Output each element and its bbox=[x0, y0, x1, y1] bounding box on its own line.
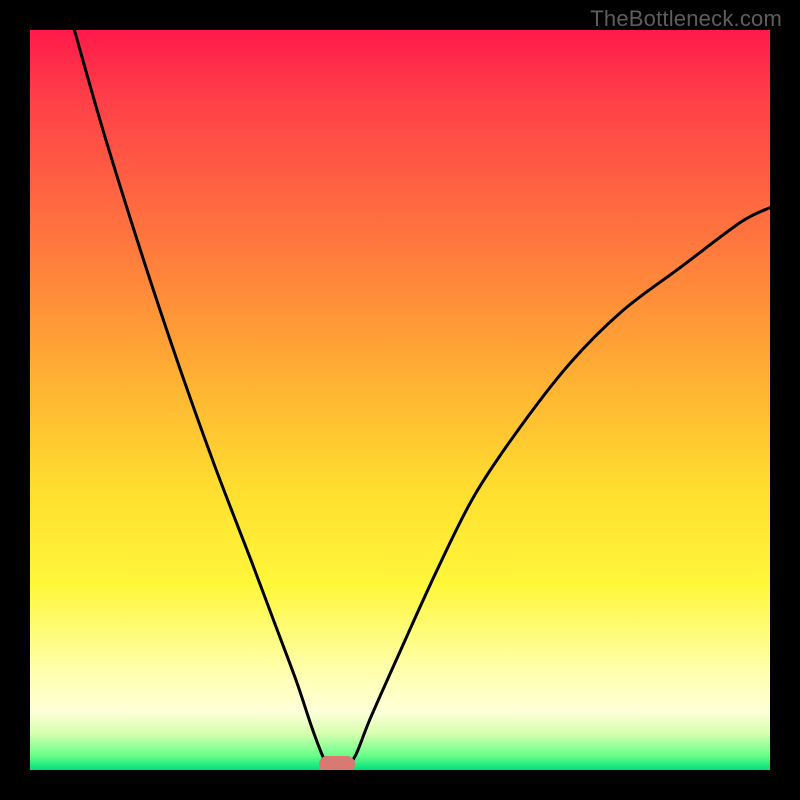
bottleneck-curve bbox=[30, 30, 770, 770]
optimal-marker bbox=[319, 756, 355, 770]
watermark-text: TheBottleneck.com bbox=[590, 6, 782, 32]
curve-right-branch bbox=[345, 208, 771, 770]
curve-left-branch bbox=[74, 30, 329, 770]
chart-frame: TheBottleneck.com bbox=[0, 0, 800, 800]
plot-area bbox=[30, 30, 770, 770]
